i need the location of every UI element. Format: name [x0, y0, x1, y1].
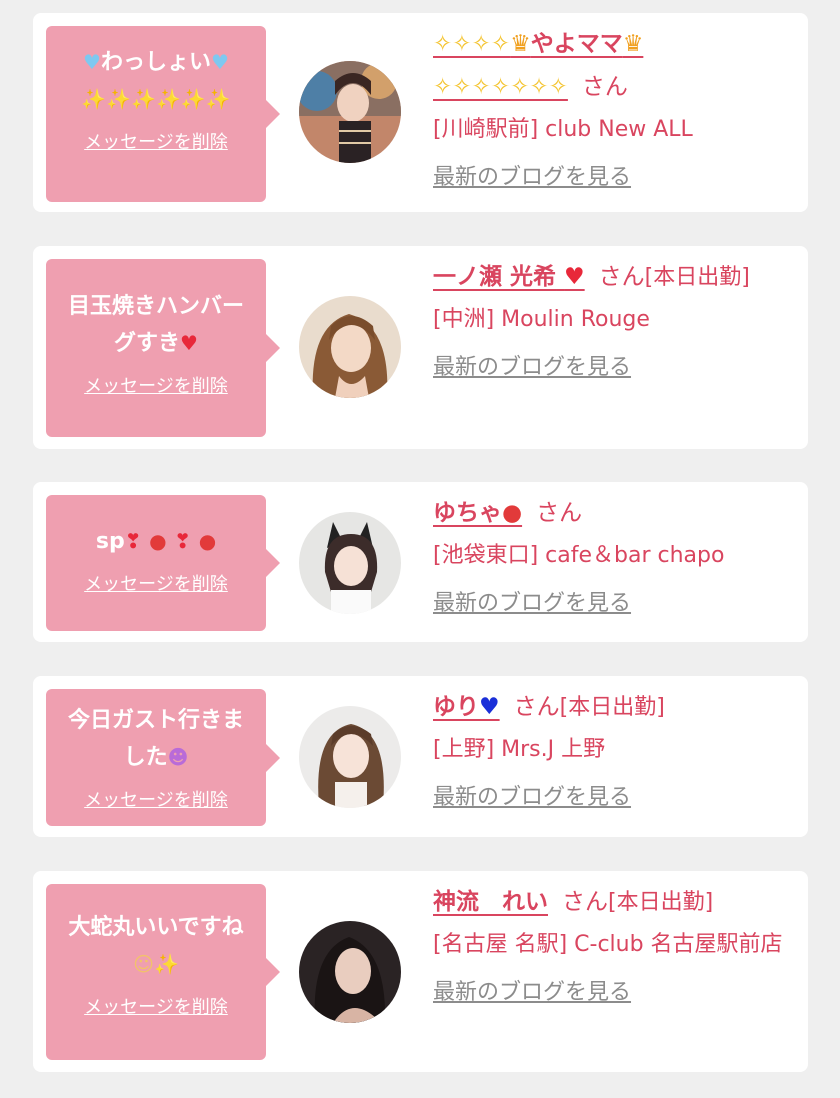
- message-list: ♥わっしょい♥ ✨✨✨✨✨✨ メッセージを削除 ✧✧✧✧♛やよママ♛ ✧✧✧✧✧✧…: [0, 0, 840, 1098]
- light-blue-heart-icon: ♥: [83, 50, 101, 74]
- message-card: ♥わっしょい♥ ✨✨✨✨✨✨ メッセージを削除 ✧✧✧✧♛やよママ♛ ✧✧✧✧✧✧…: [33, 13, 808, 212]
- cast-info: 一ノ瀬 光希 ♥ さん[本日出勤] [中洲] Moulin Rouge 最新のブロ…: [433, 256, 788, 389]
- sparkles-icon: ✨: [153, 952, 179, 976]
- red-heart-icon: ♥: [180, 331, 198, 355]
- message-bubble: 目玉焼きハンバーグすき♥ メッセージを削除: [46, 259, 280, 437]
- message-text: 今日ガスト行きました☻: [67, 708, 244, 770]
- delete-message-link[interactable]: メッセージを削除: [84, 128, 228, 154]
- message-text: 大蛇丸いいですね ☺✨: [68, 915, 244, 976]
- message-bubble: 大蛇丸いいですね ☺✨ メッセージを削除: [46, 884, 280, 1060]
- message-card: 今日ガスト行きました☻ メッセージを削除 ゆり♥ さん[本日出勤] [上野] Mr…: [33, 676, 808, 837]
- honorific: さん: [513, 694, 560, 720]
- pleading-face-icon: ☺: [133, 952, 154, 976]
- blue-heart-icon: ♥: [479, 694, 500, 720]
- sparkles-icon: ✧✧✧✧✧✧✧: [433, 74, 568, 100]
- smiling-face-with-horns-icon: ☻: [167, 745, 189, 769]
- latest-blog-link[interactable]: 最新のブログを見る: [433, 157, 631, 199]
- sparkles-icon: ✨✨✨✨✨✨: [81, 87, 231, 111]
- message-bubble: ♥わっしょい♥ ✨✨✨✨✨✨ メッセージを削除: [46, 26, 280, 202]
- honorific: さん: [562, 889, 608, 915]
- latest-blog-link[interactable]: 最新のブログを見る: [433, 777, 631, 819]
- message-card: 大蛇丸いいですね ☺✨ メッセージを削除 神流 れい さん[本日出勤] [名古屋 名…: [33, 871, 808, 1072]
- latest-blog-link[interactable]: 最新のブログを見る: [433, 972, 631, 1014]
- work-status: [本日出勤]: [644, 265, 750, 290]
- message-bubble: sp❣ ● ❣ ● メッセージを削除: [46, 495, 280, 631]
- cast-name-link[interactable]: 一ノ瀬 光希 ♥: [433, 264, 585, 290]
- message-card: 目玉焼きハンバーグすき♥ メッセージを削除 一ノ瀬 光希 ♥ さん[本日出勤] […: [33, 246, 808, 449]
- latest-blog-link[interactable]: 最新のブログを見る: [433, 583, 631, 625]
- avatar[interactable]: [299, 921, 401, 1023]
- crown-icon: ♛: [510, 31, 531, 57]
- avatar[interactable]: [299, 706, 401, 808]
- delete-message-link[interactable]: メッセージを削除: [84, 786, 228, 812]
- avatar[interactable]: [299, 296, 401, 398]
- strawberry-icon: ●: [502, 500, 523, 526]
- avatar[interactable]: [299, 512, 401, 614]
- work-status: [本日出勤]: [559, 695, 665, 720]
- cast-info: ゆちゃ● さん [池袋東口] cafe＆bar chapo 最新のブログを見る: [433, 492, 788, 625]
- honorific: さん: [598, 264, 645, 290]
- sparkles-icon: ✧✧✧✧: [433, 31, 511, 57]
- cast-name-link[interactable]: ゆり♥: [433, 694, 500, 720]
- strawberry-icon: ●: [149, 529, 167, 553]
- red-heart-icon: ♥: [564, 264, 585, 290]
- delete-message-link[interactable]: メッセージを削除: [84, 993, 228, 1019]
- honorific: さん: [581, 74, 628, 100]
- shop-name: [池袋東口] cafe＆bar chapo: [433, 543, 725, 568]
- cast-name-link[interactable]: ゆちゃ●: [433, 500, 522, 526]
- shop-name: [上野] Mrs.J 上野: [433, 737, 606, 762]
- light-blue-heart-icon: ♥: [211, 50, 229, 74]
- message-text: sp❣ ● ❣ ●: [95, 529, 217, 554]
- strawberry-icon: ●: [198, 529, 217, 553]
- message-text: 目玉焼きハンバーグすき♥: [67, 294, 244, 356]
- cast-info: ✧✧✧✧♛やよママ♛ ✧✧✧✧✧✧✧ さん [川崎駅前] club New ALL …: [433, 23, 788, 199]
- message-bubble: 今日ガスト行きました☻ メッセージを削除: [46, 689, 280, 826]
- message-card: sp❣ ● ❣ ● メッセージを削除 ゆちゃ● さん [池袋東口] cafe＆ba…: [33, 482, 808, 642]
- crown-icon: ♛: [622, 31, 644, 57]
- cast-info: 神流 れい さん[本日出勤] [名古屋 名駅] C-club 名古屋駅前店 最新の…: [433, 881, 788, 1014]
- honorific: さん: [536, 500, 583, 526]
- shop-name: [中洲] Moulin Rouge: [433, 307, 650, 332]
- two-hearts-icon: ❣: [174, 529, 192, 553]
- cast-info: ゆり♥ さん[本日出勤] [上野] Mrs.J 上野 最新のブログを見る: [433, 686, 788, 819]
- message-text: ♥わっしょい♥ ✨✨✨✨✨✨: [81, 50, 231, 111]
- cast-name-link[interactable]: 神流 れい: [433, 889, 548, 915]
- shop-name: [名古屋 名駅] C-club 名古屋駅前店: [433, 932, 783, 957]
- delete-message-link[interactable]: メッセージを削除: [84, 372, 228, 398]
- latest-blog-link[interactable]: 最新のブログを見る: [433, 347, 631, 389]
- delete-message-link[interactable]: メッセージを削除: [84, 570, 228, 596]
- two-hearts-icon: ❣: [124, 529, 142, 553]
- work-status: [本日出勤]: [608, 890, 714, 915]
- avatar[interactable]: [299, 61, 401, 163]
- shop-name: [川崎駅前] club New ALL: [433, 117, 693, 142]
